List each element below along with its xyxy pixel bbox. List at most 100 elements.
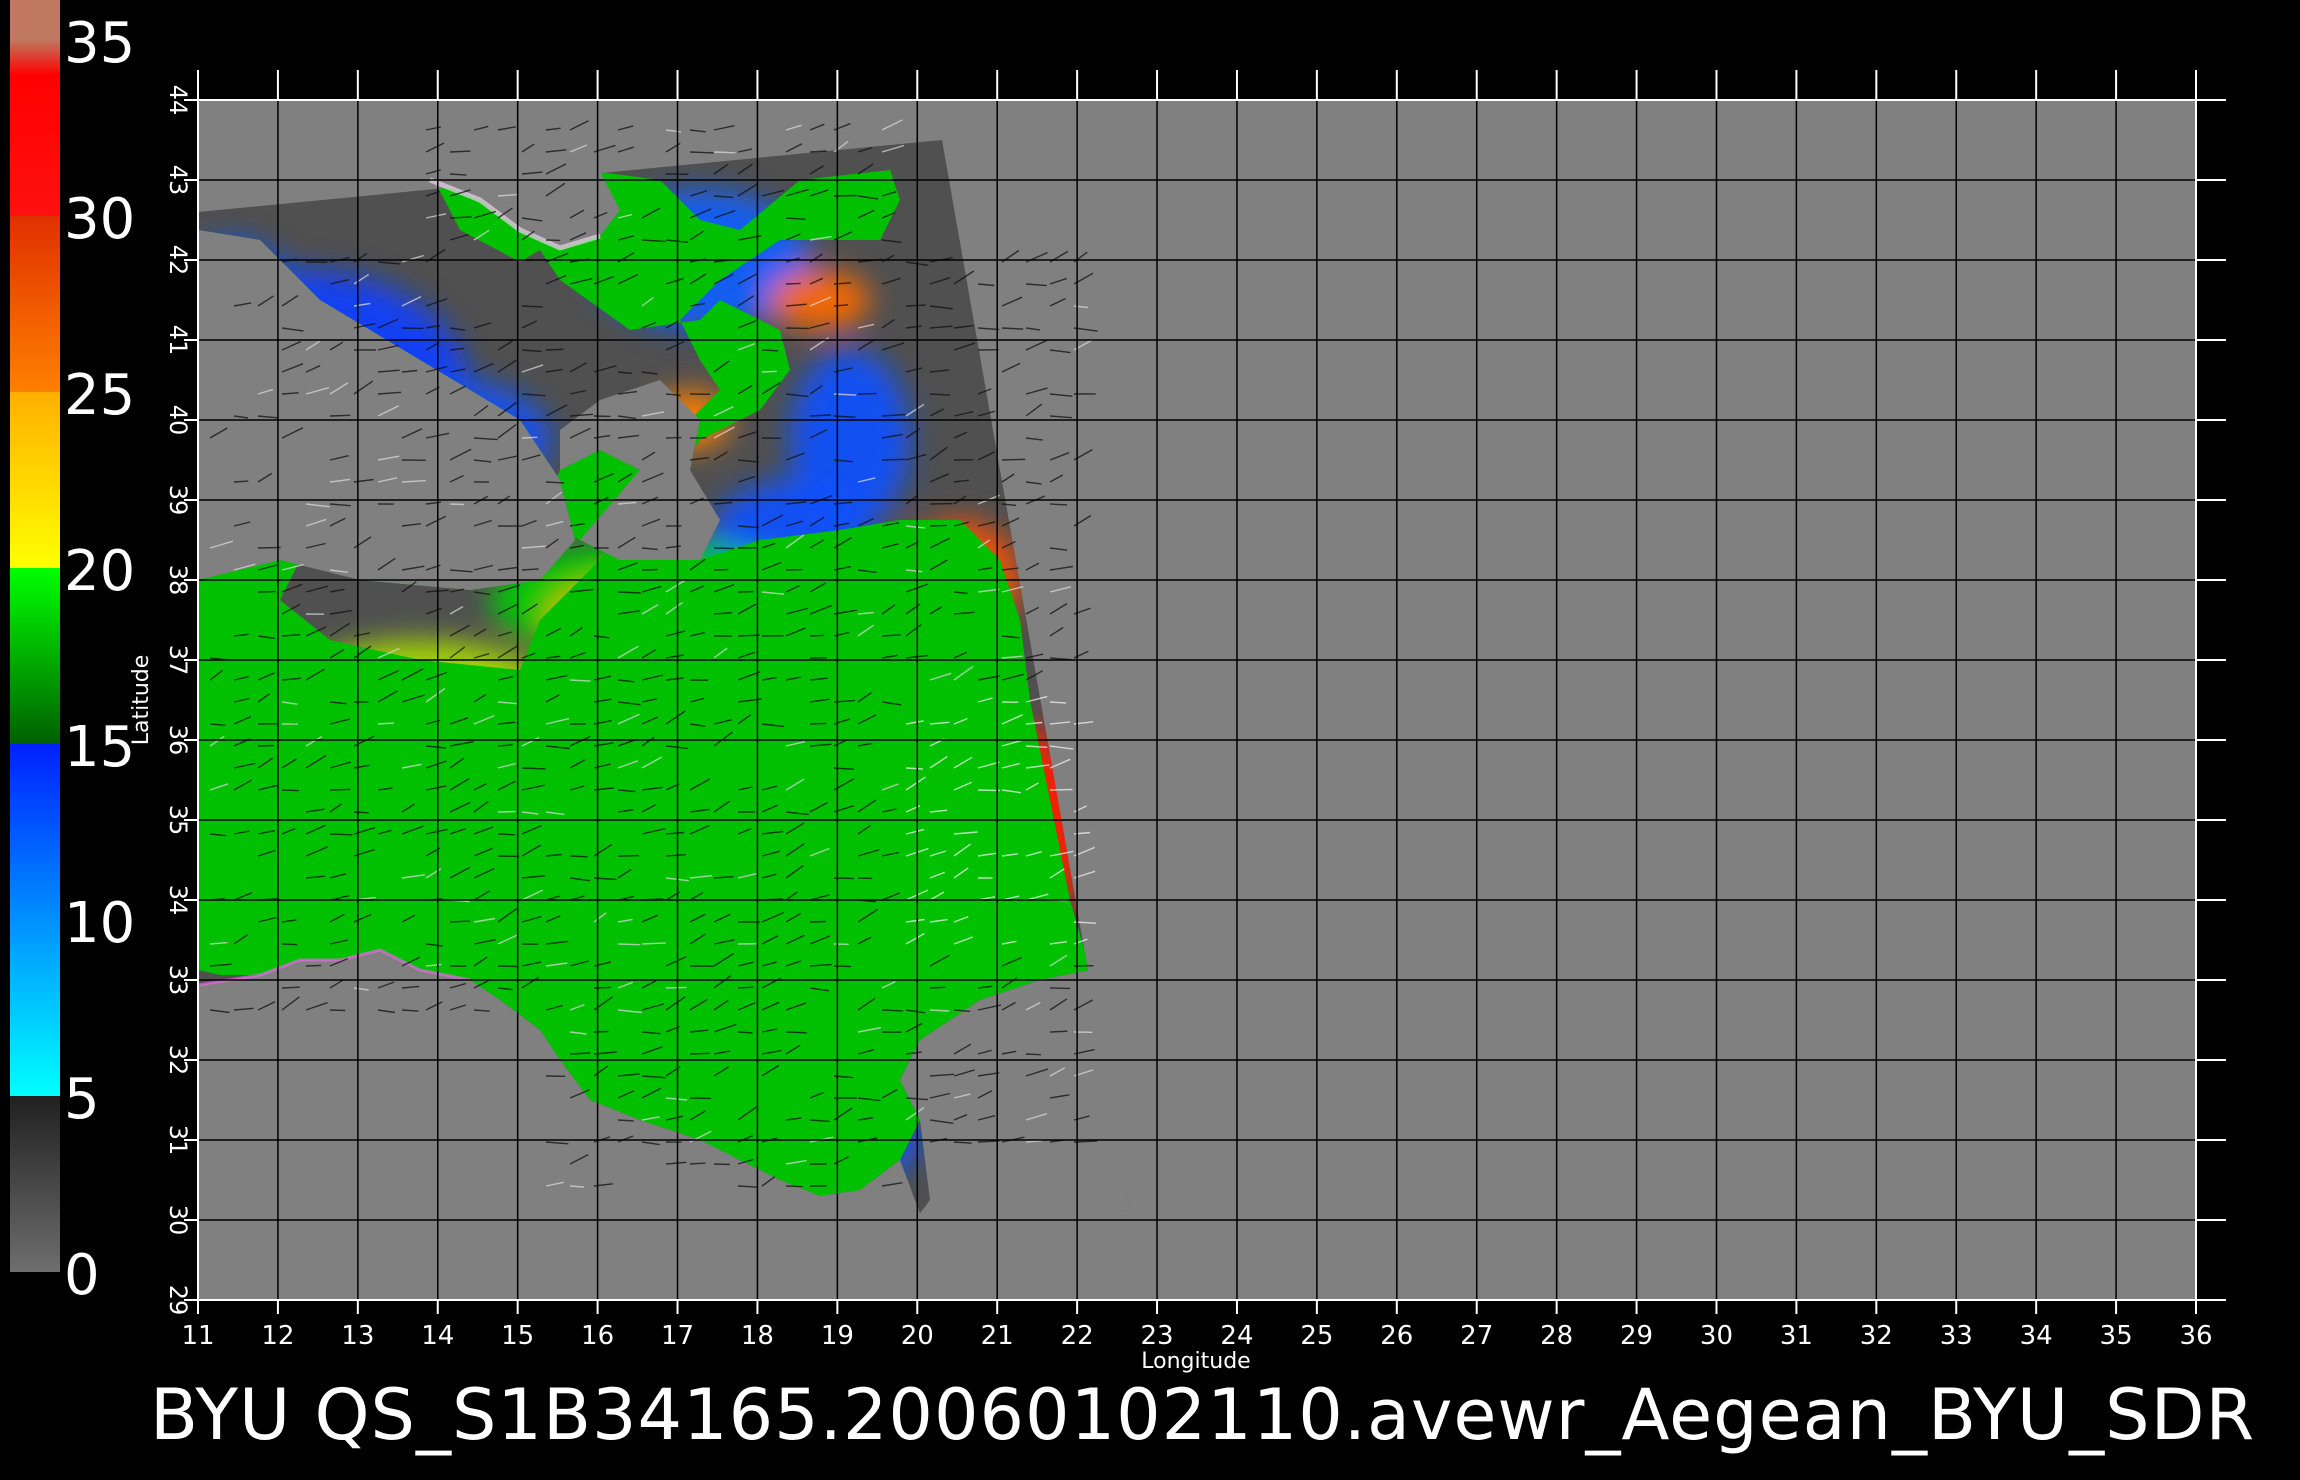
longitude-tick-label: 24 bbox=[1220, 1321, 1253, 1351]
latitude-tick-labels: 29 30 31 32 33 34 35 36 37 38 39 40 41 42 43 44 bbox=[164, 85, 192, 1316]
latitude-tick-label: 30 bbox=[164, 1205, 192, 1236]
colorbar-top-swatch bbox=[10, 0, 60, 40]
wind-barb bbox=[593, 1030, 609, 1033]
latitude-tick-label: 29 bbox=[164, 1285, 192, 1316]
wind-barb bbox=[617, 1119, 634, 1122]
latitude-tick-label: 38 bbox=[164, 565, 192, 596]
wind-barb bbox=[785, 282, 801, 285]
wind-barb bbox=[929, 986, 946, 989]
wind-barb bbox=[497, 965, 517, 968]
colorbar-labels: 35 30 25 20 15 10 5 0 bbox=[64, 11, 135, 1308]
wind-barb bbox=[761, 370, 777, 373]
longitude-tick-label: 17 bbox=[661, 1321, 694, 1351]
longitude-tick-label: 36 bbox=[2179, 1321, 2212, 1351]
longitude-tick-label: 18 bbox=[741, 1321, 774, 1351]
wind-barb bbox=[1049, 1030, 1068, 1033]
wind-barb bbox=[449, 150, 471, 153]
colorbar-label: 5 bbox=[64, 1067, 100, 1132]
wind-barb bbox=[1001, 458, 1026, 461]
wind-barb bbox=[689, 1052, 710, 1055]
wind-barb bbox=[785, 1185, 803, 1188]
wind-barb bbox=[521, 436, 538, 439]
latitude-tick-label: 40 bbox=[164, 405, 192, 436]
wind-barb bbox=[785, 1031, 807, 1034]
wind-barb bbox=[569, 1052, 591, 1055]
wind-barb bbox=[1049, 503, 1068, 506]
wind-barb bbox=[449, 503, 465, 506]
wind-barb bbox=[521, 767, 546, 770]
colorbar-label: 10 bbox=[64, 891, 135, 956]
longitude-tick-labels: 11 12 13 14 15 16 17 18 19 20 21 22 23 24 25 26 27 28 29 30… bbox=[181, 1321, 2212, 1351]
longitude-tick-label: 16 bbox=[581, 1321, 614, 1351]
latitude-tick-label: 41 bbox=[164, 325, 192, 356]
latitude-tick-label: 44 bbox=[164, 85, 192, 116]
colorbar-label: 20 bbox=[64, 539, 135, 604]
latitude-tick-label: 32 bbox=[164, 1045, 192, 1076]
wind-barb bbox=[785, 327, 810, 330]
wind-barb bbox=[881, 458, 906, 461]
wind-barb bbox=[809, 634, 825, 637]
wind-barb bbox=[329, 1009, 346, 1012]
wind-barb bbox=[305, 964, 322, 967]
wind-barb bbox=[929, 1009, 950, 1012]
longitude-tick-label: 11 bbox=[181, 1321, 214, 1351]
longitude-tick-label: 14 bbox=[421, 1321, 454, 1351]
wind-barb bbox=[281, 943, 298, 946]
wind-barb bbox=[281, 789, 300, 792]
longitude-tick-label: 27 bbox=[1460, 1321, 1493, 1351]
wind-barb bbox=[449, 920, 470, 923]
longitude-tick-label: 23 bbox=[1140, 1321, 1173, 1351]
latitude-tick-label: 39 bbox=[164, 485, 192, 516]
colorbar-label: 0 bbox=[64, 1243, 100, 1308]
wind-barb bbox=[809, 722, 827, 725]
wind-barb bbox=[329, 414, 351, 417]
longitude-tick-label: 20 bbox=[901, 1321, 934, 1351]
latitude-tick-label: 42 bbox=[164, 245, 192, 276]
wind-barb bbox=[353, 811, 369, 814]
wind-barb bbox=[545, 348, 564, 351]
wind-barb bbox=[713, 1163, 730, 1166]
wind-barb bbox=[569, 855, 588, 858]
wind-barb bbox=[1049, 701, 1067, 704]
latitude-tick-label: 43 bbox=[164, 165, 192, 196]
wind-barb bbox=[665, 986, 687, 989]
colorbar-label: 15 bbox=[64, 715, 135, 780]
wind-barb bbox=[617, 591, 641, 594]
wind-barb bbox=[593, 986, 612, 989]
wind-barb bbox=[905, 304, 926, 307]
wind-barb bbox=[833, 965, 851, 968]
wind-barb bbox=[257, 744, 275, 747]
wind-barb bbox=[713, 547, 735, 550]
wind-barb bbox=[521, 305, 543, 308]
wind-barb bbox=[377, 722, 395, 725]
wind-barb bbox=[329, 833, 353, 836]
wind-barb bbox=[497, 833, 516, 836]
latitude-tick-label: 31 bbox=[164, 1125, 192, 1156]
wind-barb bbox=[689, 151, 714, 154]
wind-map-plot: 11 12 13 14 15 16 17 18 19 20 21 22 23 24 25 26 27 28 29 30… bbox=[10, 0, 2226, 1374]
longitude-tick-label: 26 bbox=[1380, 1321, 1413, 1351]
wind-barb bbox=[281, 986, 300, 989]
latitude-tick-label: 34 bbox=[164, 885, 192, 916]
longitude-tick-label: 21 bbox=[981, 1321, 1014, 1351]
longitude-tick-label: 13 bbox=[341, 1321, 374, 1351]
map-figure: 11 12 13 14 15 16 17 18 19 20 21 22 23 24 25 26 27 28 29 30… bbox=[0, 0, 2300, 1480]
wind-barb bbox=[1049, 788, 1073, 791]
longitude-tick-label: 15 bbox=[501, 1321, 534, 1351]
longitude-tick-label: 28 bbox=[1540, 1321, 1573, 1351]
wind-barb bbox=[689, 1162, 706, 1165]
wind-barb bbox=[905, 767, 924, 770]
longitude-tick-label: 25 bbox=[1300, 1321, 1333, 1351]
latitude-tick-label: 33 bbox=[164, 965, 192, 996]
longitude-tick-label: 31 bbox=[1780, 1321, 1813, 1351]
wind-barb bbox=[929, 524, 948, 527]
wind-barb bbox=[617, 943, 641, 946]
wind-barb bbox=[737, 1031, 753, 1034]
latitude-tick-label: 35 bbox=[164, 805, 192, 836]
longitude-tick-label: 35 bbox=[2100, 1321, 2133, 1351]
wind-barb bbox=[329, 788, 351, 791]
wind-barb bbox=[641, 568, 658, 571]
colorbar-label: 35 bbox=[64, 11, 135, 76]
colorbar-label: 30 bbox=[64, 187, 135, 252]
latitude-tick-label: 36 bbox=[164, 725, 192, 756]
